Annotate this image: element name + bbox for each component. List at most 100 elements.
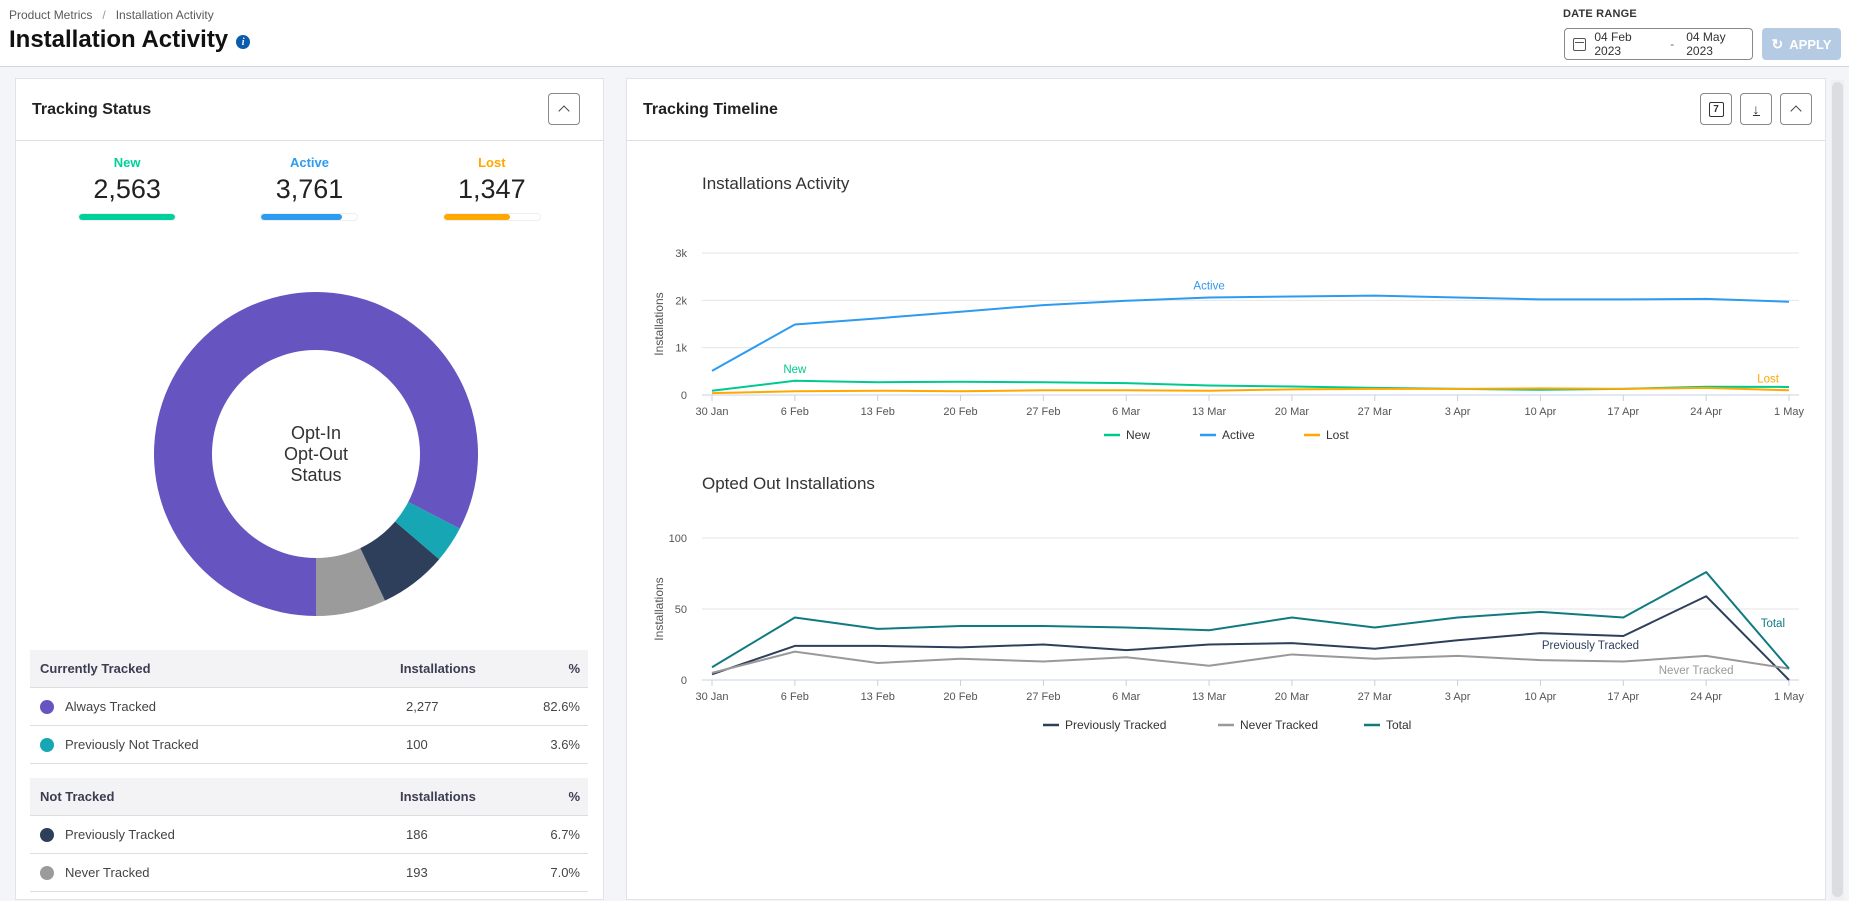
table-row: Always Tracked 2,277 82.6% <box>30 688 588 726</box>
donut-center-line: Opt-Out <box>283 443 349 464</box>
col-header-installations: Installations <box>400 789 476 804</box>
x-tick-label: 13 Mar <box>1192 406 1227 418</box>
download-button[interactable]: ↓ <box>1740 93 1772 125</box>
donut-center-label: Opt-In Opt-Out Status <box>146 284 486 624</box>
x-tick-label: 10 Apr <box>1525 691 1557 703</box>
stat-label: New <box>113 155 141 170</box>
row-percent: 7.0% <box>550 865 580 880</box>
series-annotation: Previously Tracked <box>1542 640 1639 652</box>
legend-label[interactable]: Previously Tracked <box>1065 718 1166 732</box>
tracking-timeline-header: Tracking Timeline 7 ↓ <box>627 79 1825 141</box>
date-separator: - <box>1670 37 1675 51</box>
row-percent: 82.6% <box>543 699 580 714</box>
y-tick-label: 0 <box>681 390 687 402</box>
date-start: 04 Feb 2023 <box>1594 30 1632 58</box>
apply-button[interactable]: ↻ APPLY <box>1762 28 1841 60</box>
breadcrumb-separator: / <box>102 8 106 22</box>
date-end: 04 May 2023 <box>1686 30 1726 58</box>
info-icon[interactable]: i <box>236 35 251 49</box>
stat-progress-fill <box>79 214 176 220</box>
series-line-lost[interactable] <box>711 386 1790 395</box>
x-tick-label: 13 Feb <box>861 691 895 703</box>
y-tick-label: 100 <box>669 533 687 545</box>
collapse-button[interactable] <box>548 93 580 125</box>
stat-progress-bar <box>260 213 359 221</box>
x-tick-label: 24 Apr <box>1690 406 1722 418</box>
date-range-label: DATE RANGE <box>1563 8 1637 20</box>
row-label: Always Tracked <box>65 699 157 714</box>
stat-label: Active <box>289 155 329 170</box>
legend-label[interactable]: New <box>1126 428 1150 442</box>
y-tick-label: 0 <box>681 675 687 687</box>
table-header: Not Tracked Installations % <box>30 778 588 816</box>
series-line-active[interactable] <box>711 294 1790 372</box>
calendar-7-icon: 7 <box>1708 101 1724 117</box>
chart-title: Installations Activity <box>702 174 850 193</box>
calendar-button[interactable]: 7 <box>1700 93 1732 125</box>
stat-progress-fill <box>261 214 343 220</box>
series-line-total[interactable] <box>711 571 1790 670</box>
x-tick-label: 27 Mar <box>1358 406 1393 418</box>
scrollbar-thumb[interactable] <box>1832 82 1843 897</box>
stat-progress-fill <box>443 214 511 220</box>
row-installations: 100 <box>406 737 428 752</box>
legend-label[interactable]: Total <box>1386 718 1411 732</box>
row-installations: 186 <box>406 827 428 842</box>
line-chart-opted-out: Opted Out Installations 0 50 100 Installatio… <box>652 474 1804 732</box>
calendar-icon <box>1573 37 1587 51</box>
opt-status-donut: Opt-In Opt-Out Status <box>146 284 486 624</box>
stat-active: Active 3,761 <box>219 155 399 221</box>
tracking-status-title: Tracking Status <box>32 100 152 118</box>
stat-lost: Lost 1,347 <box>402 155 582 221</box>
y-tick-label: 1k <box>675 343 687 355</box>
apply-label: APPLY <box>1789 36 1832 52</box>
date-range-picker[interactable]: 04 Feb 2023 - 04 May 2023 <box>1564 28 1753 60</box>
row-percent: 6.7% <box>550 827 580 842</box>
x-tick-label: 30 Jan <box>695 406 728 418</box>
series-annotation: Active <box>1193 280 1224 292</box>
row-label: Never Tracked <box>65 865 150 880</box>
download-icon: ↓ <box>1752 100 1760 117</box>
x-tick-label: 24 Apr <box>1690 691 1722 703</box>
col-header-percent: % <box>568 661 580 676</box>
currently-tracked-table: Currently Tracked Installations % Always… <box>30 650 588 764</box>
x-tick-label: 20 Mar <box>1275 691 1310 703</box>
legend-label[interactable]: Never Tracked <box>1240 718 1318 732</box>
y-tick-label: 50 <box>675 604 687 616</box>
x-tick-label: 6 Feb <box>781 406 809 418</box>
tracking-timeline-panel: Tracking Timeline 7 ↓ Installations Acti… <box>626 78 1826 900</box>
legend-label[interactable]: Lost <box>1326 428 1349 442</box>
row-installations: 193 <box>406 865 428 880</box>
table-row: Never Tracked 193 7.0% <box>30 854 588 892</box>
series-annotation: Never Tracked <box>1659 665 1734 677</box>
x-tick-label: 13 Feb <box>861 406 895 418</box>
col-header-percent: % <box>568 789 580 804</box>
series-line-never-tracked[interactable] <box>711 650 1790 674</box>
stat-label: Lost <box>478 155 506 170</box>
x-tick-label: 20 Mar <box>1275 406 1310 418</box>
chevron-up-icon <box>558 105 570 117</box>
stat-value: 2,563 <box>93 174 161 204</box>
page-scrollbar[interactable] <box>1831 80 1844 900</box>
x-tick-label: 6 Mar <box>1112 691 1140 703</box>
breadcrumb-product-metrics[interactable]: Product Metrics <box>9 8 92 22</box>
legend-dot <box>40 827 54 842</box>
refresh-icon: ↻ <box>1771 35 1784 52</box>
timeline-charts: Installations Activity 0 1k 2k 3k Installatio… <box>652 174 1804 732</box>
breadcrumb-installation-activity: Installation Activity <box>115 8 214 22</box>
x-tick-label: 30 Jan <box>695 691 728 703</box>
col-header-installations: Installations <box>400 661 476 676</box>
series-annotation: Lost <box>1757 373 1780 385</box>
col-header-category: Not Tracked <box>40 789 115 804</box>
y-tick-label: 2k <box>675 295 687 307</box>
stat-new: New 2,563 <box>37 155 217 221</box>
line-chart-installations-activity: Installations Activity 0 1k 2k 3k Installatio… <box>652 174 1804 442</box>
col-header-category: Currently Tracked <box>40 661 151 676</box>
collapse-button[interactable] <box>1780 93 1812 125</box>
legend-label[interactable]: Active <box>1222 428 1255 442</box>
x-tick-label: 27 Feb <box>1026 691 1060 703</box>
table-row: Previously Tracked 186 6.7% <box>30 816 588 854</box>
x-tick-label: 1 May <box>1774 691 1804 703</box>
legend-dot <box>40 737 54 752</box>
row-percent: 3.6% <box>550 737 580 752</box>
